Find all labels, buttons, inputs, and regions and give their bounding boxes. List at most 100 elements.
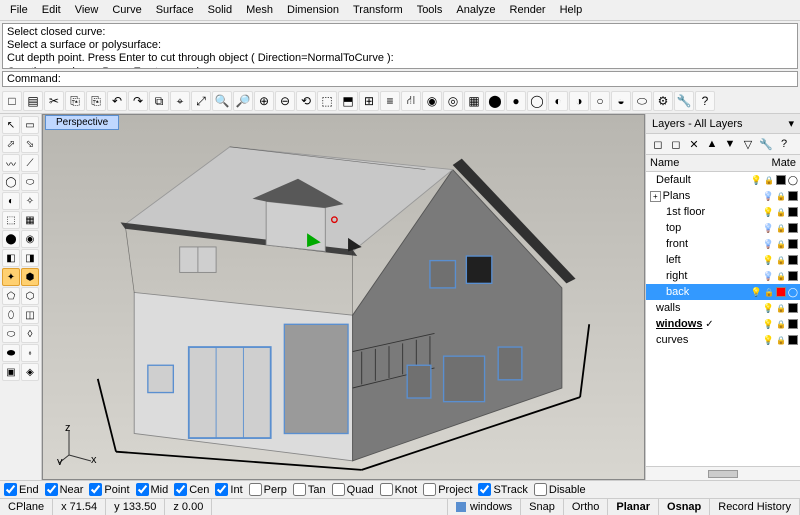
lock-icon[interactable]: 🔒 [764, 176, 774, 185]
bulb-icon[interactable]: 💡 [763, 271, 774, 282]
toolbar-btn-3[interactable]: ⎘ [65, 91, 85, 111]
bulb-icon[interactable]: 💡 [763, 335, 774, 346]
color-swatch[interactable] [788, 191, 798, 201]
toolbar-btn-26[interactable]: ◐ [548, 91, 568, 111]
osnap-int[interactable]: Int [215, 483, 242, 496]
bulb-icon[interactable]: 💡 [751, 175, 762, 186]
osnap-near[interactable]: Near [45, 483, 84, 496]
status-record-history[interactable]: Record History [710, 499, 800, 515]
bulb-icon[interactable]: 💡 [763, 207, 774, 218]
bulb-icon[interactable]: 💡 [751, 287, 762, 298]
move-up-icon[interactable]: ▲ [704, 136, 720, 152]
layer-row-front[interactable]: front💡🔒 [646, 236, 800, 252]
layer-row-back[interactable]: back💡🔒◯ [646, 284, 800, 300]
viewport-perspective[interactable]: Perspective [42, 114, 645, 480]
toolbar-btn-20[interactable]: ◉ [422, 91, 442, 111]
left-tool-5-1[interactable]: ▦ [21, 211, 39, 229]
toolbar-btn-12[interactable]: ⊕ [254, 91, 274, 111]
left-tool-2-0[interactable]: 〰 [2, 154, 20, 172]
left-tool-11-1[interactable]: ◊ [21, 325, 39, 343]
layer-row-right[interactable]: right💡🔒 [646, 268, 800, 284]
toolbar-btn-0[interactable]: □ [2, 91, 22, 111]
toolbar-btn-24[interactable]: ● [506, 91, 526, 111]
menu-curve[interactable]: Curve [106, 2, 147, 18]
layer-row-windows[interactable]: windows ✓💡🔒 [646, 316, 800, 332]
status-planar[interactable]: Planar [608, 499, 659, 515]
toolbar-btn-31[interactable]: ⚙ [653, 91, 673, 111]
layer-row-curves[interactable]: curves💡🔒 [646, 332, 800, 348]
osnap-end[interactable]: End [4, 483, 39, 496]
menu-surface[interactable]: Surface [150, 2, 200, 18]
toolbar-btn-9[interactable]: ⤢ [191, 91, 211, 111]
material-icon[interactable]: ◯ [788, 287, 798, 298]
menu-tools[interactable]: Tools [411, 2, 449, 18]
toolbar-btn-29[interactable]: ◒ [611, 91, 631, 111]
left-tool-13-1[interactable]: ◈ [21, 363, 39, 381]
lock-icon[interactable]: 🔒 [776, 192, 786, 201]
left-tool-11-0[interactable]: ⬭ [2, 325, 20, 343]
toolbar-btn-17[interactable]: ⊞ [359, 91, 379, 111]
command-input[interactable] [65, 74, 793, 85]
left-tool-0-0[interactable]: ↖ [2, 116, 20, 134]
toolbar-btn-19[interactable]: ⛙ [401, 91, 421, 111]
material-icon[interactable]: ◯ [788, 175, 798, 186]
color-swatch[interactable] [788, 319, 798, 329]
filter-icon[interactable]: ▽ [740, 136, 756, 152]
osnap-mid[interactable]: Mid [136, 483, 169, 496]
lock-icon[interactable]: 🔒 [776, 224, 786, 233]
menu-help[interactable]: Help [554, 2, 589, 18]
bulb-icon[interactable]: 💡 [763, 223, 774, 234]
new-sublayer-icon[interactable]: ◻ [668, 136, 684, 152]
toolbar-btn-16[interactable]: ⬒ [338, 91, 358, 111]
layers-scrollbar[interactable] [646, 466, 800, 480]
layer-row-top[interactable]: top💡🔒 [646, 220, 800, 236]
color-swatch[interactable] [788, 335, 798, 345]
left-tool-8-0[interactable]: ✦ [2, 268, 20, 286]
layer-row-left[interactable]: left💡🔒 [646, 252, 800, 268]
layer-row-default[interactable]: Default💡🔒◯ [646, 172, 800, 188]
delete-layer-icon[interactable]: ✕ [686, 136, 702, 152]
lock-icon[interactable]: 🔒 [776, 240, 786, 249]
left-tool-0-1[interactable]: ▭ [21, 116, 39, 134]
left-tool-1-0[interactable]: ⬀ [2, 135, 20, 153]
bulb-icon[interactable]: 💡 [763, 255, 774, 266]
toolbar-btn-4[interactable]: ⎘ [86, 91, 106, 111]
left-tool-12-1[interactable]: ⬫ [21, 344, 39, 362]
color-swatch[interactable] [776, 175, 786, 185]
toolbar-btn-22[interactable]: ▦ [464, 91, 484, 111]
left-tool-10-0[interactable]: ⬯ [2, 306, 20, 324]
osnap-quad[interactable]: Quad [332, 483, 374, 496]
toolbar-btn-5[interactable]: ↶ [107, 91, 127, 111]
left-tool-6-0[interactable]: ⬤ [2, 230, 20, 248]
color-swatch[interactable] [788, 303, 798, 313]
left-tool-10-1[interactable]: ◫ [21, 306, 39, 324]
color-swatch[interactable] [788, 255, 798, 265]
left-tool-4-0[interactable]: ◐ [2, 192, 20, 210]
bulb-icon[interactable]: 💡 [763, 191, 774, 202]
menu-dimension[interactable]: Dimension [281, 2, 345, 18]
lock-icon[interactable]: 🔒 [776, 304, 786, 313]
lock-icon[interactable]: 🔒 [776, 320, 786, 329]
color-swatch[interactable] [788, 207, 798, 217]
left-tool-8-1[interactable]: ⬢ [21, 268, 39, 286]
color-swatch[interactable] [788, 271, 798, 281]
left-tool-9-1[interactable]: ⬡ [21, 287, 39, 305]
status-ortho[interactable]: Ortho [564, 499, 609, 515]
toolbar-btn-11[interactable]: 🔎 [233, 91, 253, 111]
lock-icon[interactable]: 🔒 [776, 272, 786, 281]
osnap-perp[interactable]: Perp [249, 483, 287, 496]
color-swatch[interactable] [776, 287, 786, 297]
osnap-cen[interactable]: Cen [174, 483, 209, 496]
osnap-point[interactable]: Point [89, 483, 129, 496]
bulb-icon[interactable]: 💡 [763, 319, 774, 330]
toolbar-btn-10[interactable]: 🔍 [212, 91, 232, 111]
toolbar-btn-6[interactable]: ↷ [128, 91, 148, 111]
help-icon[interactable]: ? [776, 136, 792, 152]
toolbar-btn-18[interactable]: ≡ [380, 91, 400, 111]
osnap-knot[interactable]: Knot [380, 483, 418, 496]
left-tool-6-1[interactable]: ◉ [21, 230, 39, 248]
left-tool-7-0[interactable]: ◧ [2, 249, 20, 267]
bulb-icon[interactable]: 💡 [763, 303, 774, 314]
left-tool-13-0[interactable]: ▣ [2, 363, 20, 381]
toolbar-btn-25[interactable]: ◯ [527, 91, 547, 111]
